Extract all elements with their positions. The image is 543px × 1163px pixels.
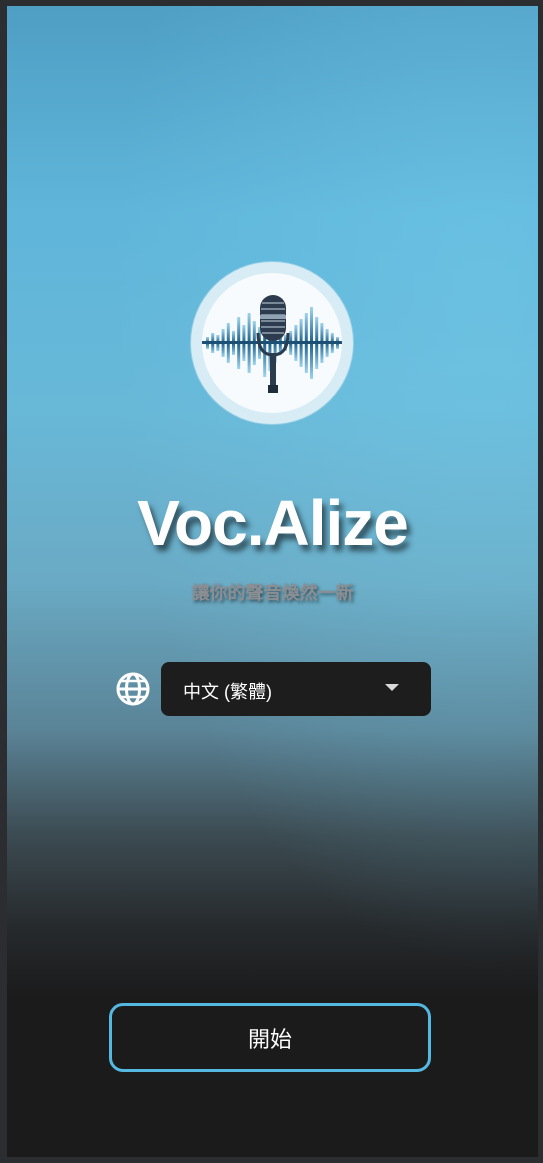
app-title: Voc.Alize bbox=[137, 487, 409, 559]
app-tagline: 讓你的聲音煥然一新 bbox=[191, 583, 354, 603]
start-button-label: 開始 bbox=[247, 1026, 292, 1052]
language-select[interactable]: 中文 (繁體) bbox=[161, 662, 431, 716]
app-logo bbox=[191, 262, 353, 424]
globe-icon bbox=[115, 671, 151, 707]
microphone-soundwave-icon bbox=[202, 273, 342, 413]
language-select-value: 中文 (繁體) bbox=[183, 682, 272, 702]
welcome-screen: Voc.Alize 讓你的聲音煥然一新 中文 (繁體) 開始 bbox=[7, 6, 538, 1157]
chevron-down-icon bbox=[385, 684, 399, 691]
start-button[interactable]: 開始 bbox=[109, 1003, 431, 1072]
